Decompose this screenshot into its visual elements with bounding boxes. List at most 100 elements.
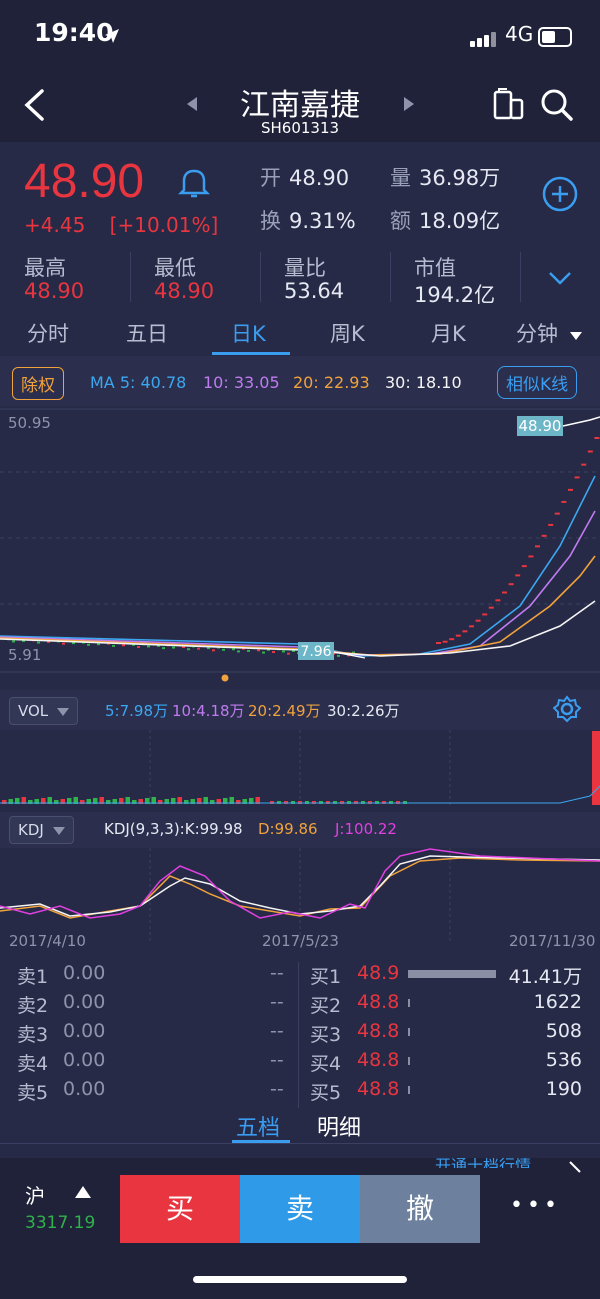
- ask-price: 0.00: [63, 1078, 106, 1100]
- add-watchlist-icon[interactable]: [541, 175, 579, 213]
- amount-value: 18.09亿: [419, 209, 501, 233]
- similar-k-button[interactable]: 相似K线: [497, 366, 578, 399]
- divider: [260, 252, 261, 302]
- related-icon[interactable]: [492, 88, 526, 122]
- candle: [112, 644, 115, 647]
- battery-icon: [538, 27, 572, 47]
- bid-label: 买3: [310, 1024, 342, 1046]
- volume-label: 量: [390, 166, 411, 190]
- candle: [442, 640, 448, 643]
- tab-weekly-k[interactable]: 周K: [330, 318, 365, 348]
- price-alert-bell-icon[interactable]: [178, 166, 210, 200]
- divider: [520, 252, 521, 302]
- kdj-k: KDJ(9,3,3):K:99.98: [104, 820, 243, 838]
- tab-monthly-k[interactable]: 月K: [431, 318, 466, 348]
- index-up-icon: [75, 1186, 91, 1198]
- high-label: 最高: [24, 256, 66, 280]
- kdj-selector[interactable]: KDJ: [9, 816, 74, 844]
- tab-minute[interactable]: 分钟: [516, 318, 583, 348]
- candle: [581, 463, 587, 466]
- candle: [247, 649, 250, 652]
- candle: [449, 638, 455, 641]
- buy-button[interactable]: 买: [120, 1175, 240, 1243]
- tab-detail[interactable]: 明细: [317, 1110, 361, 1142]
- bid-volume-bar: [408, 1028, 410, 1036]
- tab-intraday[interactable]: 分时: [27, 318, 69, 348]
- tab-five-level[interactable]: 五档: [236, 1110, 280, 1142]
- kline-chart[interactable]: 50.95 5.91 48.90 7.96: [0, 406, 600, 946]
- open-label: 开: [260, 166, 281, 190]
- mktcap-value: 194.2亿: [414, 283, 496, 307]
- low-label: 最低: [154, 256, 196, 280]
- current-price: 48.90: [24, 155, 145, 208]
- candle: [287, 652, 290, 655]
- signal-icon: [470, 28, 498, 47]
- ask-price: 0.00: [63, 991, 106, 1013]
- candle: [561, 500, 567, 503]
- bid-price: 48.8: [357, 1049, 400, 1071]
- divider: [390, 252, 391, 302]
- kdj-label: KDJ: [18, 821, 44, 839]
- vol-selector[interactable]: VOL: [9, 697, 78, 725]
- high-value: 48.90: [24, 279, 85, 303]
- search-icon[interactable]: [540, 88, 574, 122]
- turnover-stat: 换 9.31%: [260, 205, 356, 235]
- candle: [554, 512, 560, 515]
- bid-price: 48.8: [357, 1078, 400, 1100]
- ask-price: 0.00: [63, 1049, 106, 1071]
- candle: [337, 654, 340, 657]
- next-stock-icon[interactable]: [402, 95, 416, 113]
- bid-price: 48.8: [357, 1020, 400, 1042]
- candle: [122, 644, 125, 647]
- ask-label: 卖5: [17, 1082, 49, 1104]
- adjust-button[interactable]: 除权: [12, 367, 64, 400]
- candle: [455, 634, 461, 637]
- turnover-label: 换: [260, 209, 281, 233]
- ma5-line: [0, 475, 596, 657]
- index-name: 沪: [25, 1184, 45, 1208]
- location-arrow-icon: [105, 29, 119, 43]
- ma30-value: 30: 18.10: [385, 373, 462, 392]
- bid-label: 买4: [310, 1053, 342, 1075]
- turnover-value: 9.31%: [289, 209, 356, 233]
- more-button[interactable]: •••: [510, 1193, 561, 1218]
- divider: [0, 1143, 600, 1144]
- candle: [257, 649, 260, 652]
- candle: [528, 555, 534, 558]
- settings-gear-icon[interactable]: [553, 695, 581, 723]
- bid-volume-bar: [408, 1057, 410, 1065]
- dropdown-caret-icon: [56, 708, 69, 716]
- bid-volume-bar: [408, 1086, 410, 1094]
- change-amount: +4.45: [24, 213, 86, 237]
- candle: [594, 437, 600, 439]
- event-marker: [221, 674, 229, 682]
- vol-ma20: 20:2.49万: [248, 702, 321, 720]
- ask-label: 卖1: [17, 966, 49, 988]
- candle: [475, 619, 481, 622]
- bid-volume: 536: [545, 1049, 582, 1071]
- bid-volume: 508: [545, 1020, 582, 1042]
- sell-button[interactable]: 卖: [240, 1175, 360, 1243]
- candle: [535, 545, 540, 548]
- tab-minute-label: 分钟: [516, 322, 558, 346]
- bid-label: 买5: [310, 1082, 342, 1104]
- expand-chevron-icon[interactable]: [548, 270, 572, 286]
- price-change: +4.45 [+10.01%]: [24, 213, 218, 237]
- ask-volume: --: [270, 1020, 284, 1042]
- last-price-pointer: [562, 416, 600, 427]
- candle: [515, 574, 521, 577]
- candle: [469, 625, 474, 628]
- date-end: 2017/11/30: [509, 932, 596, 950]
- candle: [541, 534, 547, 537]
- candle: [587, 450, 593, 453]
- candle: [568, 488, 573, 491]
- bid-volume: 41.41万: [508, 966, 582, 988]
- cancel-order-button[interactable]: 撤: [360, 1175, 480, 1243]
- candle: [197, 647, 200, 650]
- upgrade-ten-level-link[interactable]: 开通十档行情: [435, 1158, 531, 1168]
- tab-daily-k[interactable]: 日K: [231, 318, 266, 348]
- tab-five-day[interactable]: 五日: [126, 318, 168, 348]
- ask-volume: --: [270, 991, 284, 1013]
- date-start: 2017/4/10: [9, 932, 86, 950]
- status-time: 19:40: [34, 18, 114, 47]
